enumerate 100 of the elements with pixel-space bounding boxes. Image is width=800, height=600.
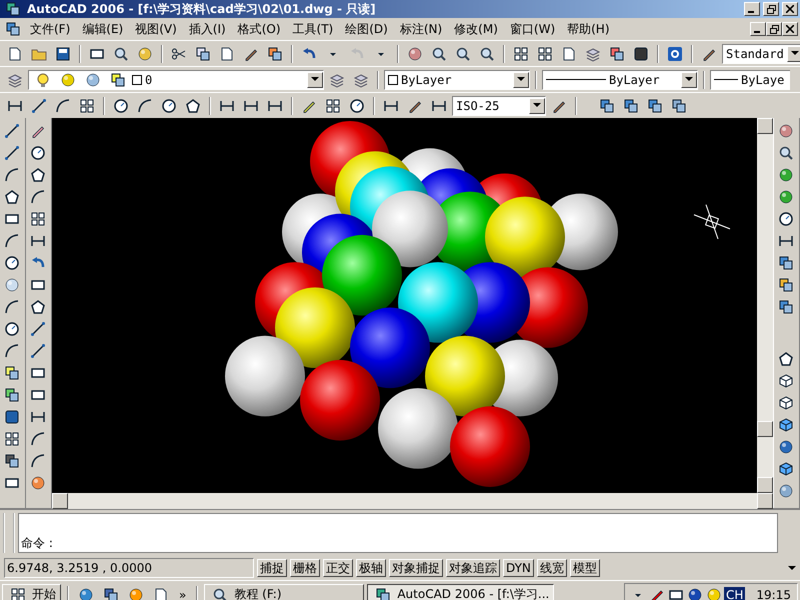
restore-button[interactable] — [763, 2, 779, 16]
close-button[interactable] — [782, 2, 798, 16]
properties-icon[interactable] — [513, 46, 529, 62]
ordinate-dimension-icon[interactable] — [79, 98, 95, 114]
arc-length-icon[interactable] — [55, 98, 71, 114]
status-toggle[interactable]: 极轴 — [356, 559, 386, 577]
extend-icon[interactable] — [30, 343, 46, 359]
center-mark-icon[interactable] — [349, 98, 365, 114]
send-to-back-icon[interactable] — [623, 98, 639, 114]
save-icon[interactable] — [55, 46, 71, 62]
zoom-window-icon[interactable] — [455, 46, 471, 62]
close-button[interactable] — [782, 22, 798, 36]
menu-item[interactable]: 帮助(H) — [561, 20, 616, 38]
status-toggle[interactable]: 对象捕捉 — [389, 559, 443, 577]
notepad-icon[interactable] — [153, 586, 169, 600]
document-icon[interactable] — [5, 21, 21, 37]
block-editor-icon[interactable] — [267, 46, 283, 62]
new-file-icon[interactable] — [7, 46, 23, 62]
dropdown-arrow-icon[interactable] — [517, 77, 525, 82]
dropdown-arrow-icon[interactable] — [533, 103, 541, 108]
design-center-icon[interactable] — [537, 46, 553, 62]
chamfer-icon[interactable] — [30, 431, 46, 447]
line-icon[interactable] — [4, 123, 20, 139]
offset-icon[interactable] — [30, 189, 46, 205]
stretch-icon[interactable] — [30, 299, 46, 315]
bring-to-front-icon[interactable] — [599, 98, 615, 114]
construction-line-icon[interactable] — [4, 145, 20, 161]
zoom-previous-icon[interactable] — [479, 46, 495, 62]
dropdown-arrow-icon[interactable] — [790, 51, 799, 56]
fillet-icon[interactable] — [30, 453, 46, 469]
print-preview-icon[interactable] — [113, 46, 129, 62]
text-style-dropdown[interactable]: Standard — [722, 44, 800, 64]
tolerance-icon[interactable] — [325, 98, 341, 114]
status-toggle[interactable]: 模型 — [570, 559, 600, 577]
menu-item[interactable]: 格式(O) — [232, 20, 287, 38]
wireframe-cube-icon[interactable] — [778, 395, 794, 411]
menu-item[interactable]: 标注(N) — [394, 20, 448, 38]
aligned-dimension-icon[interactable] — [31, 98, 47, 114]
angular-icon[interactable] — [185, 98, 201, 114]
bring-above-icon[interactable] — [647, 98, 663, 114]
radius-icon[interactable] — [113, 98, 129, 114]
status-toggle[interactable]: 正交 — [323, 559, 353, 577]
sphere-icon[interactable] — [778, 439, 794, 455]
hatch-icon[interactable] — [4, 431, 20, 447]
menu-item[interactable]: 编辑(E) — [76, 20, 130, 38]
array-icon[interactable] — [30, 211, 46, 227]
color-dropdown[interactable]: ByLayer — [384, 70, 530, 90]
cut-icon[interactable] — [171, 46, 187, 62]
layer-previous-icon[interactable] — [353, 72, 369, 88]
trim-icon[interactable] — [30, 321, 46, 337]
polyline-icon[interactable] — [4, 167, 20, 183]
menu-item[interactable]: 绘图(D) — [339, 20, 394, 38]
status-toggle[interactable]: 线宽 — [536, 559, 567, 577]
minimize-button[interactable] — [750, 22, 766, 36]
ellipse-icon[interactable] — [4, 321, 20, 337]
taskbar-button[interactable]: 教程 (F:) — [204, 584, 364, 600]
dropdown-caret-icon[interactable] — [788, 566, 796, 570]
restore-button[interactable] — [766, 22, 782, 36]
make-layer-current-icon[interactable] — [329, 72, 345, 88]
vertical-scrollbar[interactable] — [757, 118, 773, 493]
dimension-style-dropdown[interactable]: ISO-25 — [452, 96, 546, 116]
menu-item[interactable]: 窗口(W) — [504, 20, 562, 38]
shaded-cube-icon[interactable] — [778, 417, 794, 433]
menu-item[interactable]: 视图(V) — [129, 20, 183, 38]
dropdown-arrow-icon[interactable] — [311, 77, 319, 82]
dropdown-arrow-icon[interactable] — [685, 77, 693, 82]
status-toggle[interactable]: 栅格 — [290, 559, 320, 577]
menu-item[interactable]: 插入(I) — [182, 20, 232, 38]
command-line-grip[interactable] — [3, 513, 15, 553]
sheet-set-icon[interactable] — [585, 46, 601, 62]
diameter-icon[interactable] — [161, 98, 177, 114]
layer-manager-icon[interactable] — [7, 72, 23, 88]
menu-item[interactable]: 工具(T) — [286, 20, 340, 38]
status-toggle[interactable]: 对象追踪 — [446, 559, 500, 577]
jogged-icon[interactable] — [137, 98, 153, 114]
horizontal-scrollbar[interactable] — [52, 493, 773, 509]
zoom-icon[interactable] — [431, 46, 447, 62]
menu-item[interactable]: 修改(M) — [448, 20, 504, 38]
mirror-icon[interactable] — [30, 167, 46, 183]
copy-icon[interactable] — [195, 46, 211, 62]
lineweight-dropdown[interactable]: ByLaye — [710, 70, 790, 90]
arc-icon[interactable] — [4, 233, 20, 249]
status-toggle[interactable]: DYN — [503, 559, 534, 577]
minimize-button[interactable] — [744, 2, 760, 16]
taskbar-button[interactable]: AutoCAD 2006 - [f:\学习... — [367, 584, 554, 600]
start-button[interactable]: 开始 — [2, 584, 61, 600]
layer-dropdown[interactable]: 0 — [28, 70, 324, 90]
shade-icon[interactable] — [778, 373, 794, 389]
status-toggle[interactable]: 捕捉 — [257, 559, 287, 577]
linetype-dropdown[interactable]: ByLayer — [542, 70, 698, 90]
polygon-icon[interactable] — [4, 189, 20, 205]
ellipse-arc-icon[interactable] — [4, 343, 20, 359]
markup-icon[interactable] — [609, 46, 625, 62]
menu-item[interactable]: 文件(F) — [24, 20, 76, 38]
zoom-realtime-icon[interactable] — [778, 145, 794, 161]
more-button[interactable]: » — [175, 588, 190, 600]
language-indicator[interactable]: CH — [724, 586, 746, 600]
spline-icon[interactable] — [4, 299, 20, 315]
circle-icon[interactable] — [4, 255, 20, 271]
send-under-icon[interactable] — [671, 98, 687, 114]
